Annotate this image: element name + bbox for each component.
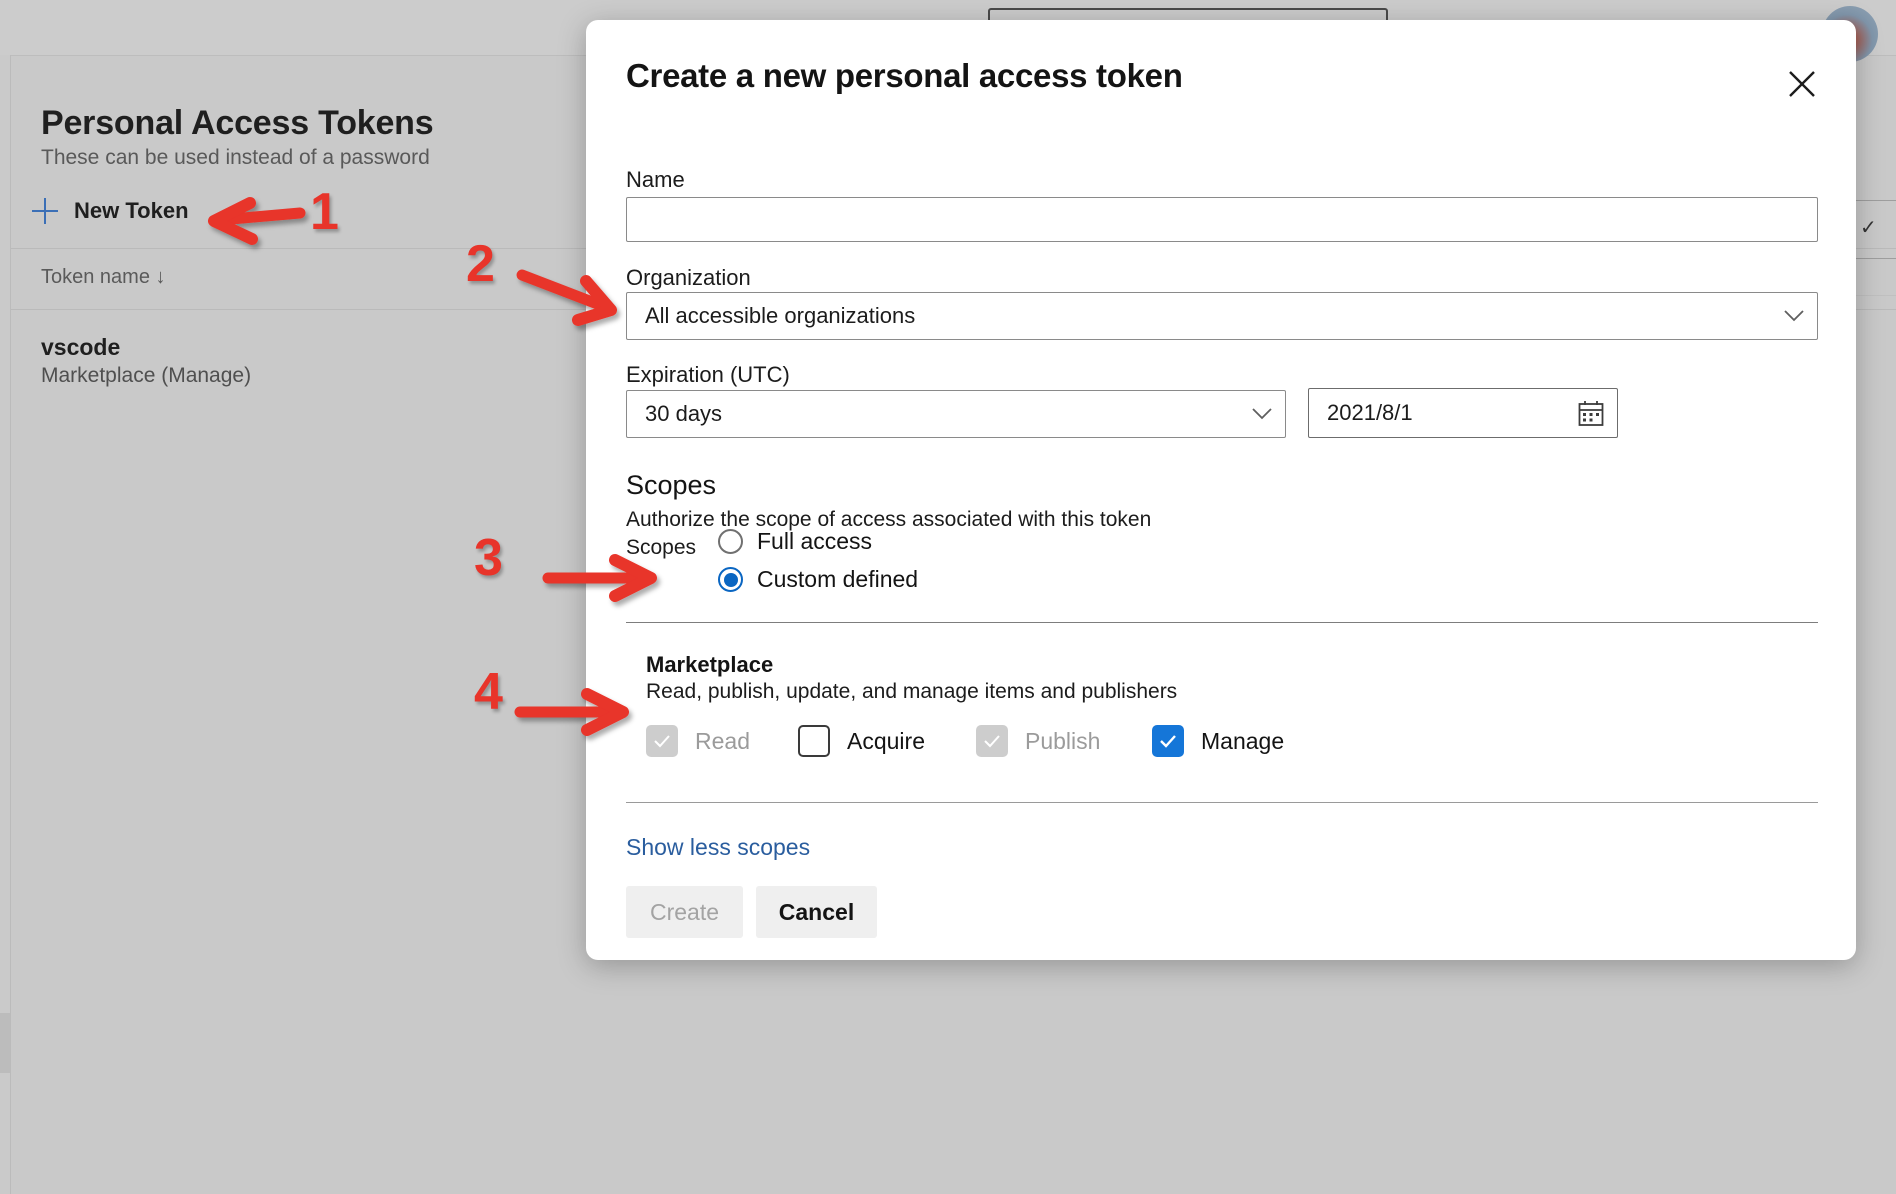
close-icon[interactable] — [1780, 62, 1824, 106]
checkbox-icon-checked-disabled — [646, 725, 678, 757]
create-token-dialog: Create a new personal access token Name … — [586, 20, 1856, 960]
scopes-description: Authorize the scope of access associated… — [626, 508, 1152, 531]
radio-icon — [718, 529, 743, 554]
table-column-header-token-name[interactable]: Token name ↓ — [41, 266, 166, 289]
expiration-preset-select[interactable]: 30 days — [626, 390, 1286, 438]
chevron-down-icon — [1239, 407, 1285, 421]
chevron-down-icon — [1771, 309, 1817, 323]
annotation-step-3: 3 — [474, 529, 503, 587]
name-input[interactable] — [626, 197, 1818, 242]
plus-icon — [32, 198, 58, 224]
checkbox-icon-unchecked — [798, 725, 830, 757]
new-token-label: New Token — [74, 198, 189, 223]
calendar-icon[interactable] — [1565, 399, 1617, 427]
checkbox-read[interactable]: Read — [646, 725, 750, 757]
organization-selected-value: All accessible organizations — [645, 303, 916, 328]
checkbox-read-label: Read — [695, 727, 750, 754]
divider — [626, 622, 1818, 623]
organization-select[interactable]: All accessible organizations — [626, 292, 1818, 340]
show-less-scopes-link[interactable]: Show less scopes — [626, 834, 810, 861]
table-row-token-scopes: Marketplace (Manage) — [41, 364, 252, 387]
checkbox-manage-label: Manage — [1201, 727, 1285, 754]
expiration-label: Expiration (UTC) — [626, 362, 790, 387]
expiration-preset-value: 30 days — [645, 401, 723, 426]
checkbox-icon-checked — [1152, 725, 1184, 757]
checkbox-publish-label: Publish — [1025, 727, 1101, 754]
annotation-step-1: 1 — [310, 183, 339, 241]
scopes-heading: Scopes — [626, 470, 717, 500]
create-button[interactable]: Create — [626, 886, 743, 938]
checkbox-icon-checked-disabled — [976, 725, 1008, 757]
annotation-step-4: 4 — [474, 663, 503, 721]
table-row-token-name[interactable]: vscode — [41, 334, 120, 361]
cancel-button[interactable]: Cancel — [756, 886, 877, 938]
expiration-date-field[interactable]: 2021/8/1 — [1308, 388, 1618, 438]
dialog-title: Create a new personal access token — [626, 57, 1183, 94]
radio-custom-defined[interactable]: Custom defined — [718, 566, 918, 593]
expiration-date-value: 2021/8/1 — [1327, 400, 1413, 425]
radio-custom-defined-label: Custom defined — [757, 566, 919, 592]
divider — [626, 802, 1818, 803]
screen: Personal Access Tokens These can be used… — [0, 0, 1896, 1194]
page-title: Personal Access Tokens — [41, 104, 434, 142]
radio-icon-selected — [718, 567, 743, 592]
marketplace-group-title: Marketplace — [646, 652, 774, 677]
checkbox-manage[interactable]: Manage — [1152, 725, 1284, 757]
organization-label: Organization — [626, 265, 751, 290]
background-line — [1852, 295, 1896, 296]
name-label: Name — [626, 167, 685, 192]
checkbox-publish[interactable]: Publish — [976, 725, 1100, 757]
new-token-button[interactable]: New Token — [32, 198, 189, 224]
annotation-step-2: 2 — [466, 235, 495, 293]
scopes-group-label: Scopes — [626, 536, 697, 559]
checkbox-acquire[interactable]: Acquire — [798, 725, 925, 757]
sidebar-scrollbar[interactable] — [0, 55, 11, 1194]
checkbox-acquire-label: Acquire — [847, 727, 925, 754]
background-check-icon: ✓ — [1860, 217, 1877, 239]
radio-full-access-label: Full access — [757, 528, 873, 554]
marketplace-group-description: Read, publish, update, and manage items … — [646, 680, 1178, 703]
page-subtitle: These can be used instead of a password — [41, 146, 430, 169]
scrollbar-thumb[interactable] — [0, 1013, 10, 1073]
radio-full-access[interactable]: Full access — [718, 528, 872, 555]
